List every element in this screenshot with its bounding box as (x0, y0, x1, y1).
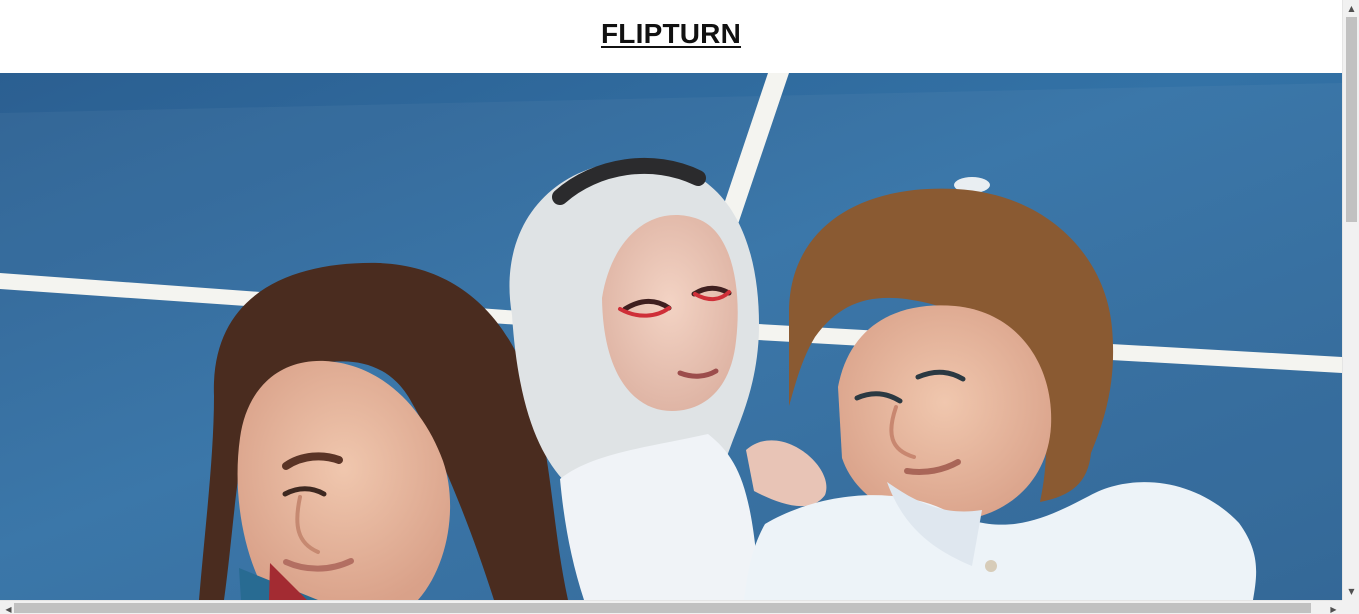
page-viewport: FLIPTURN (0, 0, 1342, 600)
vertical-scroll-thumb[interactable] (1346, 17, 1357, 222)
site-title-link[interactable]: FLIPTURN (601, 0, 741, 50)
right-person-shirt-button (985, 560, 997, 572)
horizontal-scroll-thumb[interactable] (14, 603, 1311, 613)
band-photo-illustration (0, 73, 1342, 600)
browser-page: FLIPTURN ▲ ▼ ◀ ▶ (0, 0, 1359, 614)
vertical-scrollbar[interactable]: ▲ ▼ (1342, 0, 1359, 600)
horizontal-scrollbar[interactable]: ◀ ▶ (0, 600, 1342, 614)
scrollbar-corner (1342, 600, 1359, 614)
hero-band-photo (0, 73, 1342, 600)
right-person-face (838, 305, 1052, 522)
scroll-down-icon[interactable]: ▼ (1343, 583, 1359, 600)
scroll-up-icon[interactable]: ▲ (1343, 0, 1359, 17)
site-header: FLIPTURN (0, 0, 1342, 73)
scroll-right-icon[interactable]: ▶ (1325, 601, 1342, 614)
